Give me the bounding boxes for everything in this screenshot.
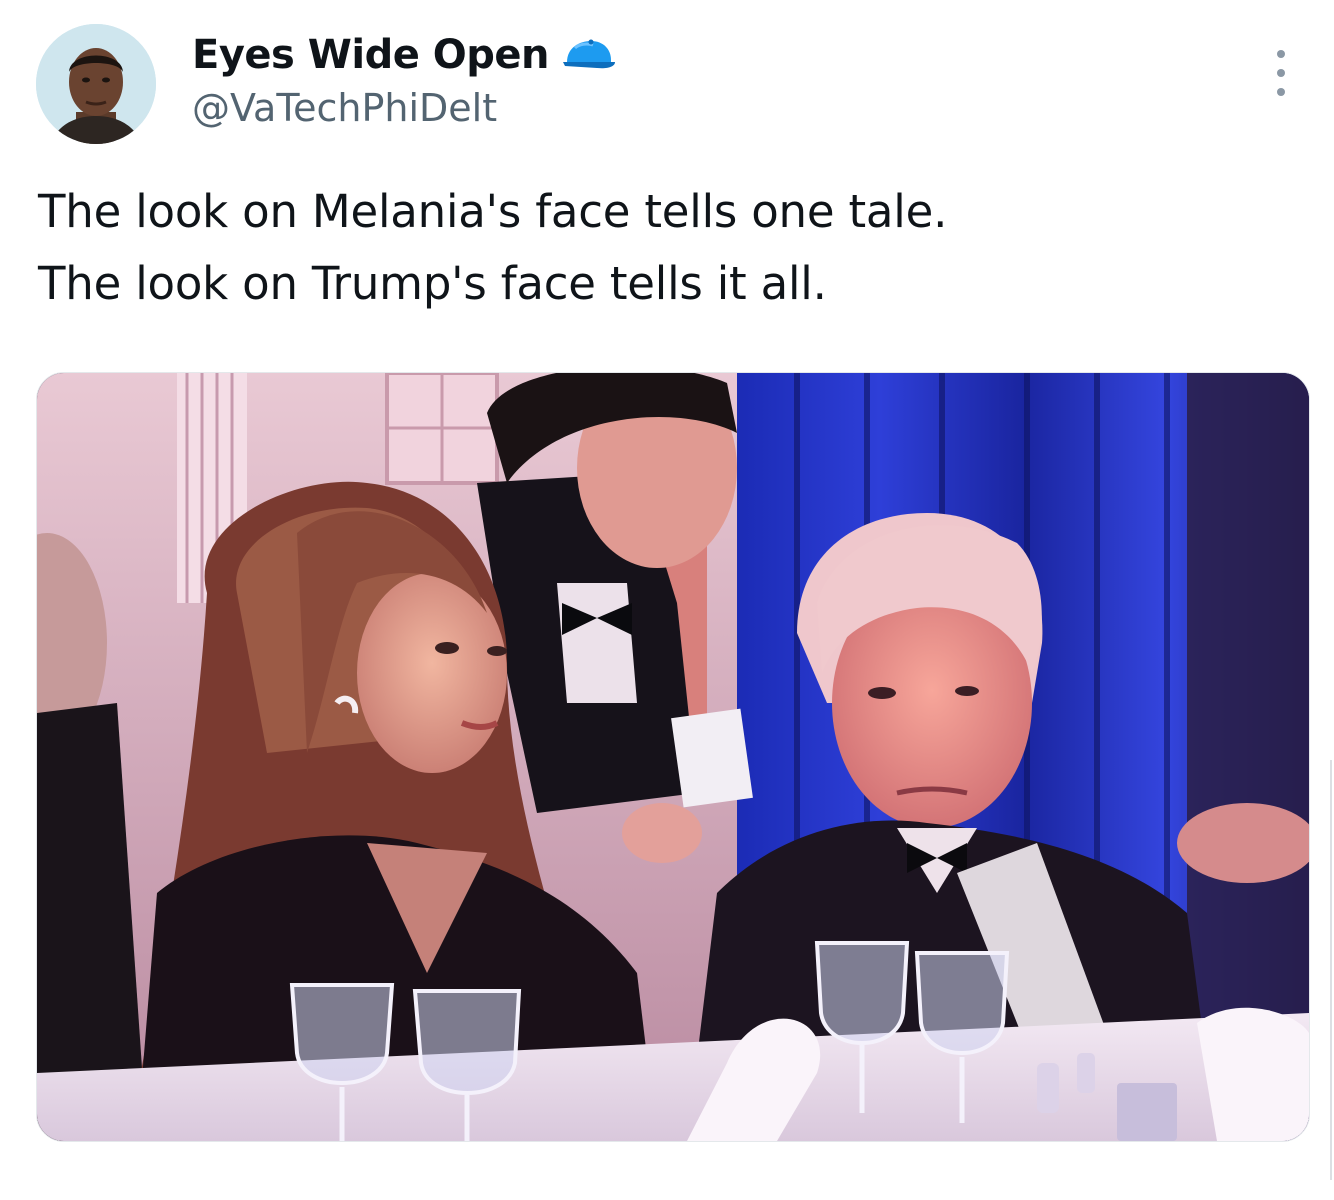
tweet[interactable]: Eyes Wide Open @VaTechPhiDelt The look o…: [0, 0, 1334, 1200]
photo-image: [37, 373, 1309, 1141]
tweet-text: The look on Melania's face tells one tal…: [38, 176, 1298, 320]
blue-cap-icon: [561, 38, 617, 72]
display-name[interactable]: Eyes Wide Open: [192, 32, 550, 78]
name-row: Eyes Wide Open: [192, 30, 617, 80]
avatar[interactable]: [36, 24, 156, 144]
tweet-photo[interactable]: [36, 372, 1310, 1142]
tweet-text-line: The look on Melania's face tells one tal…: [38, 185, 948, 238]
scrollbar-edge: [1330, 760, 1332, 1180]
more-options-button[interactable]: [1266, 50, 1296, 96]
avatar-image: [36, 24, 156, 144]
more-vertical-icon: [1277, 50, 1285, 58]
more-vertical-icon-dot: [1277, 88, 1285, 96]
more-vertical-icon-dot: [1277, 69, 1285, 77]
tweet-text-line: The look on Trump's face tells it all.: [38, 257, 827, 310]
handle[interactable]: @VaTechPhiDelt: [192, 86, 617, 130]
author-block[interactable]: Eyes Wide Open @VaTechPhiDelt: [192, 30, 617, 130]
